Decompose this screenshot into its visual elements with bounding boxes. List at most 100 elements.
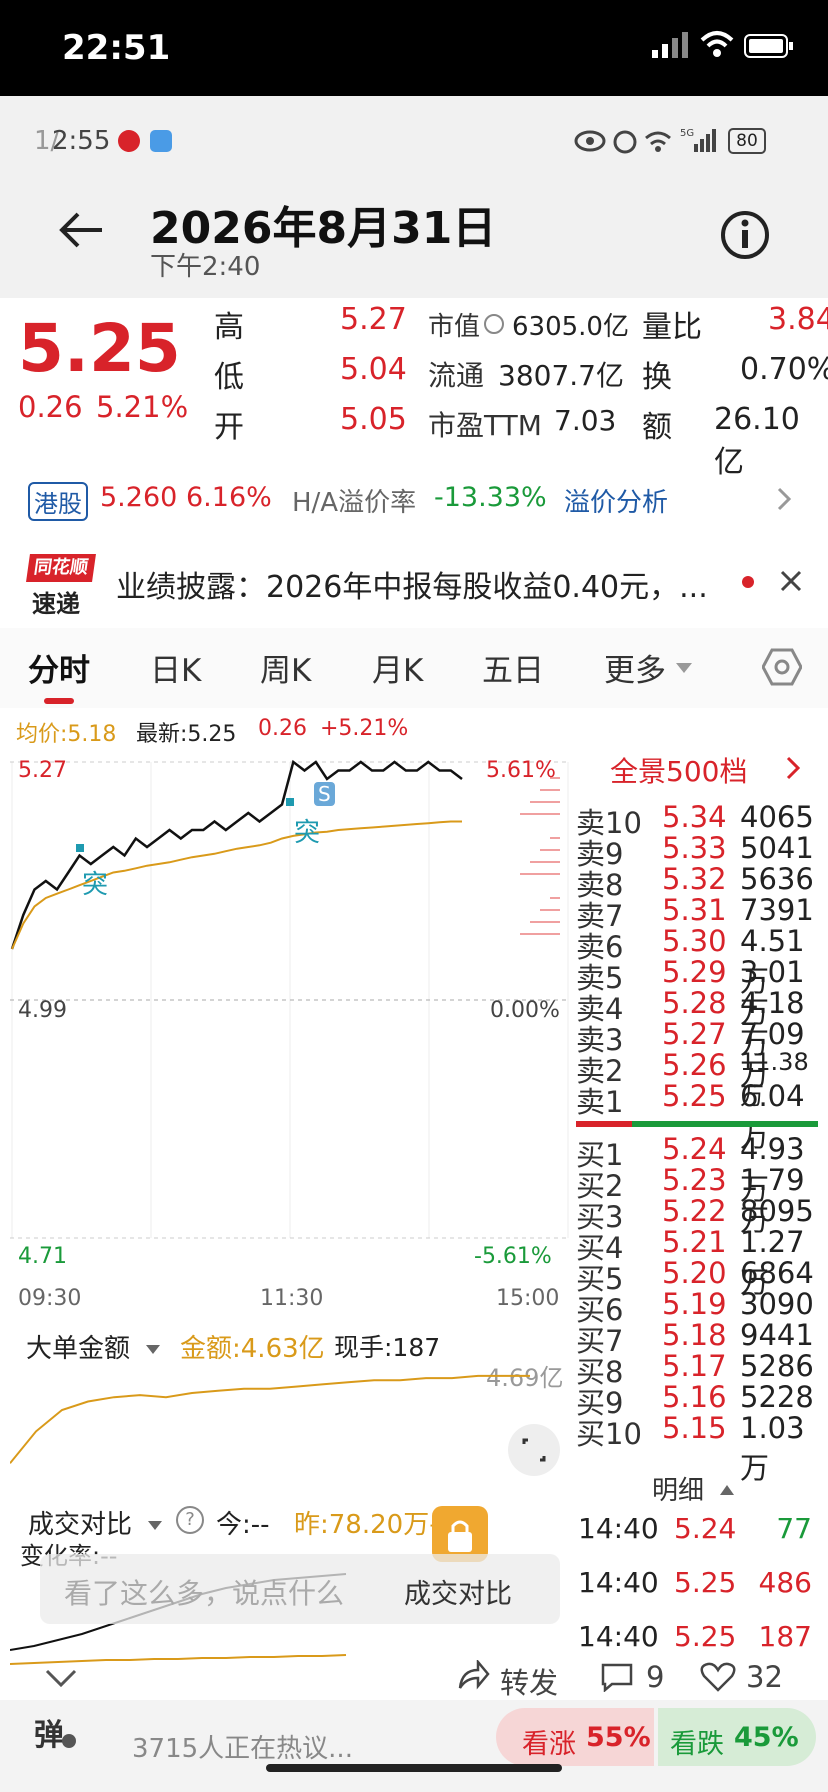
svg-text:5G: 5G bbox=[680, 128, 694, 139]
float-label: 流通 bbox=[428, 359, 485, 392]
high-label: 高 bbox=[214, 310, 244, 345]
big-order-amount: 金额:4.63亿 bbox=[180, 1334, 325, 1364]
close-icon[interactable] bbox=[780, 570, 802, 596]
expand-icon[interactable] bbox=[508, 1424, 560, 1476]
news-logo-bottom: 速递 bbox=[32, 590, 80, 618]
news-banner[interactable]: 同花顺 速递 业绩披露：2026年中报每股收益0.40元，... bbox=[0, 546, 828, 618]
price-change-pct: 5.21% bbox=[96, 390, 189, 424]
tab-more[interactable]: 更多 bbox=[604, 645, 666, 690]
vote-up-button[interactable]: 看涨 55% bbox=[496, 1708, 654, 1766]
ask-row: 卖9 5.33 5041 bbox=[576, 831, 818, 871]
tab-five-day[interactable]: 五日 bbox=[482, 645, 544, 690]
hk-tag: 港股 bbox=[28, 482, 88, 521]
wifi-icon bbox=[700, 30, 734, 62]
ask-vol: 5041 bbox=[740, 831, 814, 865]
hk-share-row[interactable]: 港股 5.260 6.16% H/A溢价率 -13.33% 溢价分析 bbox=[0, 470, 828, 526]
tick-price: 5.25 bbox=[674, 1566, 737, 1599]
bid-label: 买10 bbox=[576, 1417, 642, 1451]
breakout-marker-2 bbox=[286, 798, 294, 806]
bid-vol: 3090 bbox=[740, 1287, 814, 1321]
tab-intraday[interactable]: 分时 bbox=[28, 645, 90, 690]
tab-daily-k[interactable]: 日K bbox=[150, 645, 201, 690]
more-dots-icon bbox=[484, 314, 504, 334]
bid-price: 5.15 bbox=[662, 1411, 727, 1445]
ask-row: 卖6 5.30 4.51万 bbox=[576, 924, 818, 998]
page-subtitle: 下午2:40 bbox=[150, 252, 261, 282]
big-order-selector[interactable]: 大单金额 bbox=[26, 1328, 130, 1365]
comment-input[interactable]: 看了这么多，说点什么 成交对比 bbox=[40, 1554, 560, 1624]
ask-row: 卖1 5.25 6.04万 bbox=[576, 1079, 818, 1153]
vote-down-button[interactable]: 看跌 45% bbox=[658, 1708, 816, 1766]
share-icon[interactable] bbox=[456, 1658, 490, 1694]
ask-row: 卖2 5.26 11.38万 bbox=[576, 1048, 818, 1110]
bid-vol: 5286 bbox=[740, 1349, 814, 1383]
premium-value: -13.33% bbox=[434, 482, 547, 513]
bid-price: 5.20 bbox=[662, 1256, 727, 1290]
bid-row: 买2 5.23 1.79万 bbox=[576, 1163, 818, 1237]
inner-signal-icon: 5G bbox=[680, 126, 720, 158]
tick-time: 14:40 bbox=[578, 1566, 659, 1599]
pct-label-low: -5.61% bbox=[474, 1244, 552, 1269]
vote-up-pct: 55% bbox=[586, 1722, 651, 1753]
tab-monthly-k[interactable]: 月K bbox=[372, 645, 423, 690]
premium-analysis-link[interactable]: 溢价分析 bbox=[564, 482, 668, 519]
pct-label-high: 5.61% bbox=[486, 758, 556, 783]
ask-price: 5.29 bbox=[662, 955, 727, 989]
settings-hexagon-icon[interactable] bbox=[761, 648, 803, 690]
y-label-high: 5.27 bbox=[18, 758, 67, 783]
avg-price: 均价:5.18 bbox=[16, 722, 117, 747]
latest-price: 最新:5.25 bbox=[136, 722, 237, 747]
vote-up-label: 看涨 bbox=[522, 1729, 576, 1760]
x-label-open: 09:30 bbox=[18, 1286, 82, 1311]
bottom-bar: 弹 3715人正在热议... 看涨 55% 看跌 45% bbox=[0, 1700, 828, 1792]
danmu-toggle[interactable]: 弹 bbox=[34, 1710, 64, 1754]
help-icon[interactable]: ? bbox=[176, 1506, 204, 1534]
panorama-500-link[interactable]: 全景500档 bbox=[610, 750, 747, 790]
bid-vol: 8095 bbox=[740, 1194, 814, 1228]
share-label[interactable]: 转发 bbox=[500, 1660, 558, 1702]
tick-vol: 77 bbox=[776, 1512, 812, 1545]
tick-price: 5.25 bbox=[674, 1620, 737, 1653]
back-button[interactable] bbox=[56, 210, 106, 254]
bid-price: 5.21 bbox=[662, 1225, 727, 1259]
big-order-bar: 大单金额 金额:4.63亿 现手:187 bbox=[0, 1324, 570, 1364]
ask-price: 5.30 bbox=[662, 924, 727, 958]
ask-price: 5.26 bbox=[662, 1048, 727, 1082]
big-order-line bbox=[10, 1374, 530, 1464]
outer-status-bar: 22:51 bbox=[0, 0, 828, 96]
yesterday-volume-line bbox=[10, 1654, 347, 1665]
heart-icon[interactable] bbox=[700, 1662, 736, 1696]
mktcap-value: 6305.0亿 bbox=[512, 312, 629, 342]
price-change: 0.26 bbox=[18, 390, 83, 424]
intraday-chart[interactable] bbox=[10, 750, 570, 1250]
bid-price: 5.23 bbox=[662, 1163, 727, 1197]
chart-info-line: 均价:5.18 最新:5.25 0.26 +5.21% bbox=[0, 714, 570, 748]
signal-s-mark: S bbox=[314, 782, 335, 806]
ask-price: 5.33 bbox=[662, 831, 727, 865]
float-value: 3807.7亿 bbox=[498, 359, 624, 392]
inner-wifi-icon bbox=[644, 130, 672, 156]
chevron-down-icon[interactable] bbox=[44, 1668, 78, 1692]
home-indicator bbox=[266, 1764, 562, 1772]
ask-row: 卖5 5.29 3.01万 bbox=[576, 955, 818, 1029]
comment-icon[interactable] bbox=[600, 1662, 634, 1696]
bid-price: 5.19 bbox=[662, 1287, 727, 1321]
discussion-count[interactable]: 3715人正在热议... bbox=[132, 1728, 353, 1765]
tab-weekly-k[interactable]: 周K bbox=[260, 645, 311, 690]
chart-change-pct: +5.21% bbox=[320, 716, 409, 741]
y-label-mid: 4.99 bbox=[18, 998, 67, 1023]
ask-price: 5.32 bbox=[662, 862, 727, 896]
y-label-low: 4.71 bbox=[18, 1244, 67, 1269]
x-label-noon: 11:30 bbox=[260, 1286, 324, 1311]
unread-dot bbox=[742, 576, 754, 588]
tick-header[interactable]: 明细 bbox=[652, 1470, 704, 1507]
outer-clock: 22:51 bbox=[62, 28, 171, 68]
big-order-chart bbox=[10, 1374, 530, 1464]
info-button[interactable] bbox=[720, 210, 770, 264]
tick-price: 5.24 bbox=[674, 1512, 737, 1545]
ask-row: 卖7 5.31 7391 bbox=[576, 893, 818, 933]
bid-row: 买10 5.15 1.03万 bbox=[576, 1411, 818, 1485]
inner-battery: 80 bbox=[728, 128, 766, 154]
compare-today: 今:-- bbox=[216, 1510, 270, 1540]
like-count: 32 bbox=[746, 1660, 783, 1694]
